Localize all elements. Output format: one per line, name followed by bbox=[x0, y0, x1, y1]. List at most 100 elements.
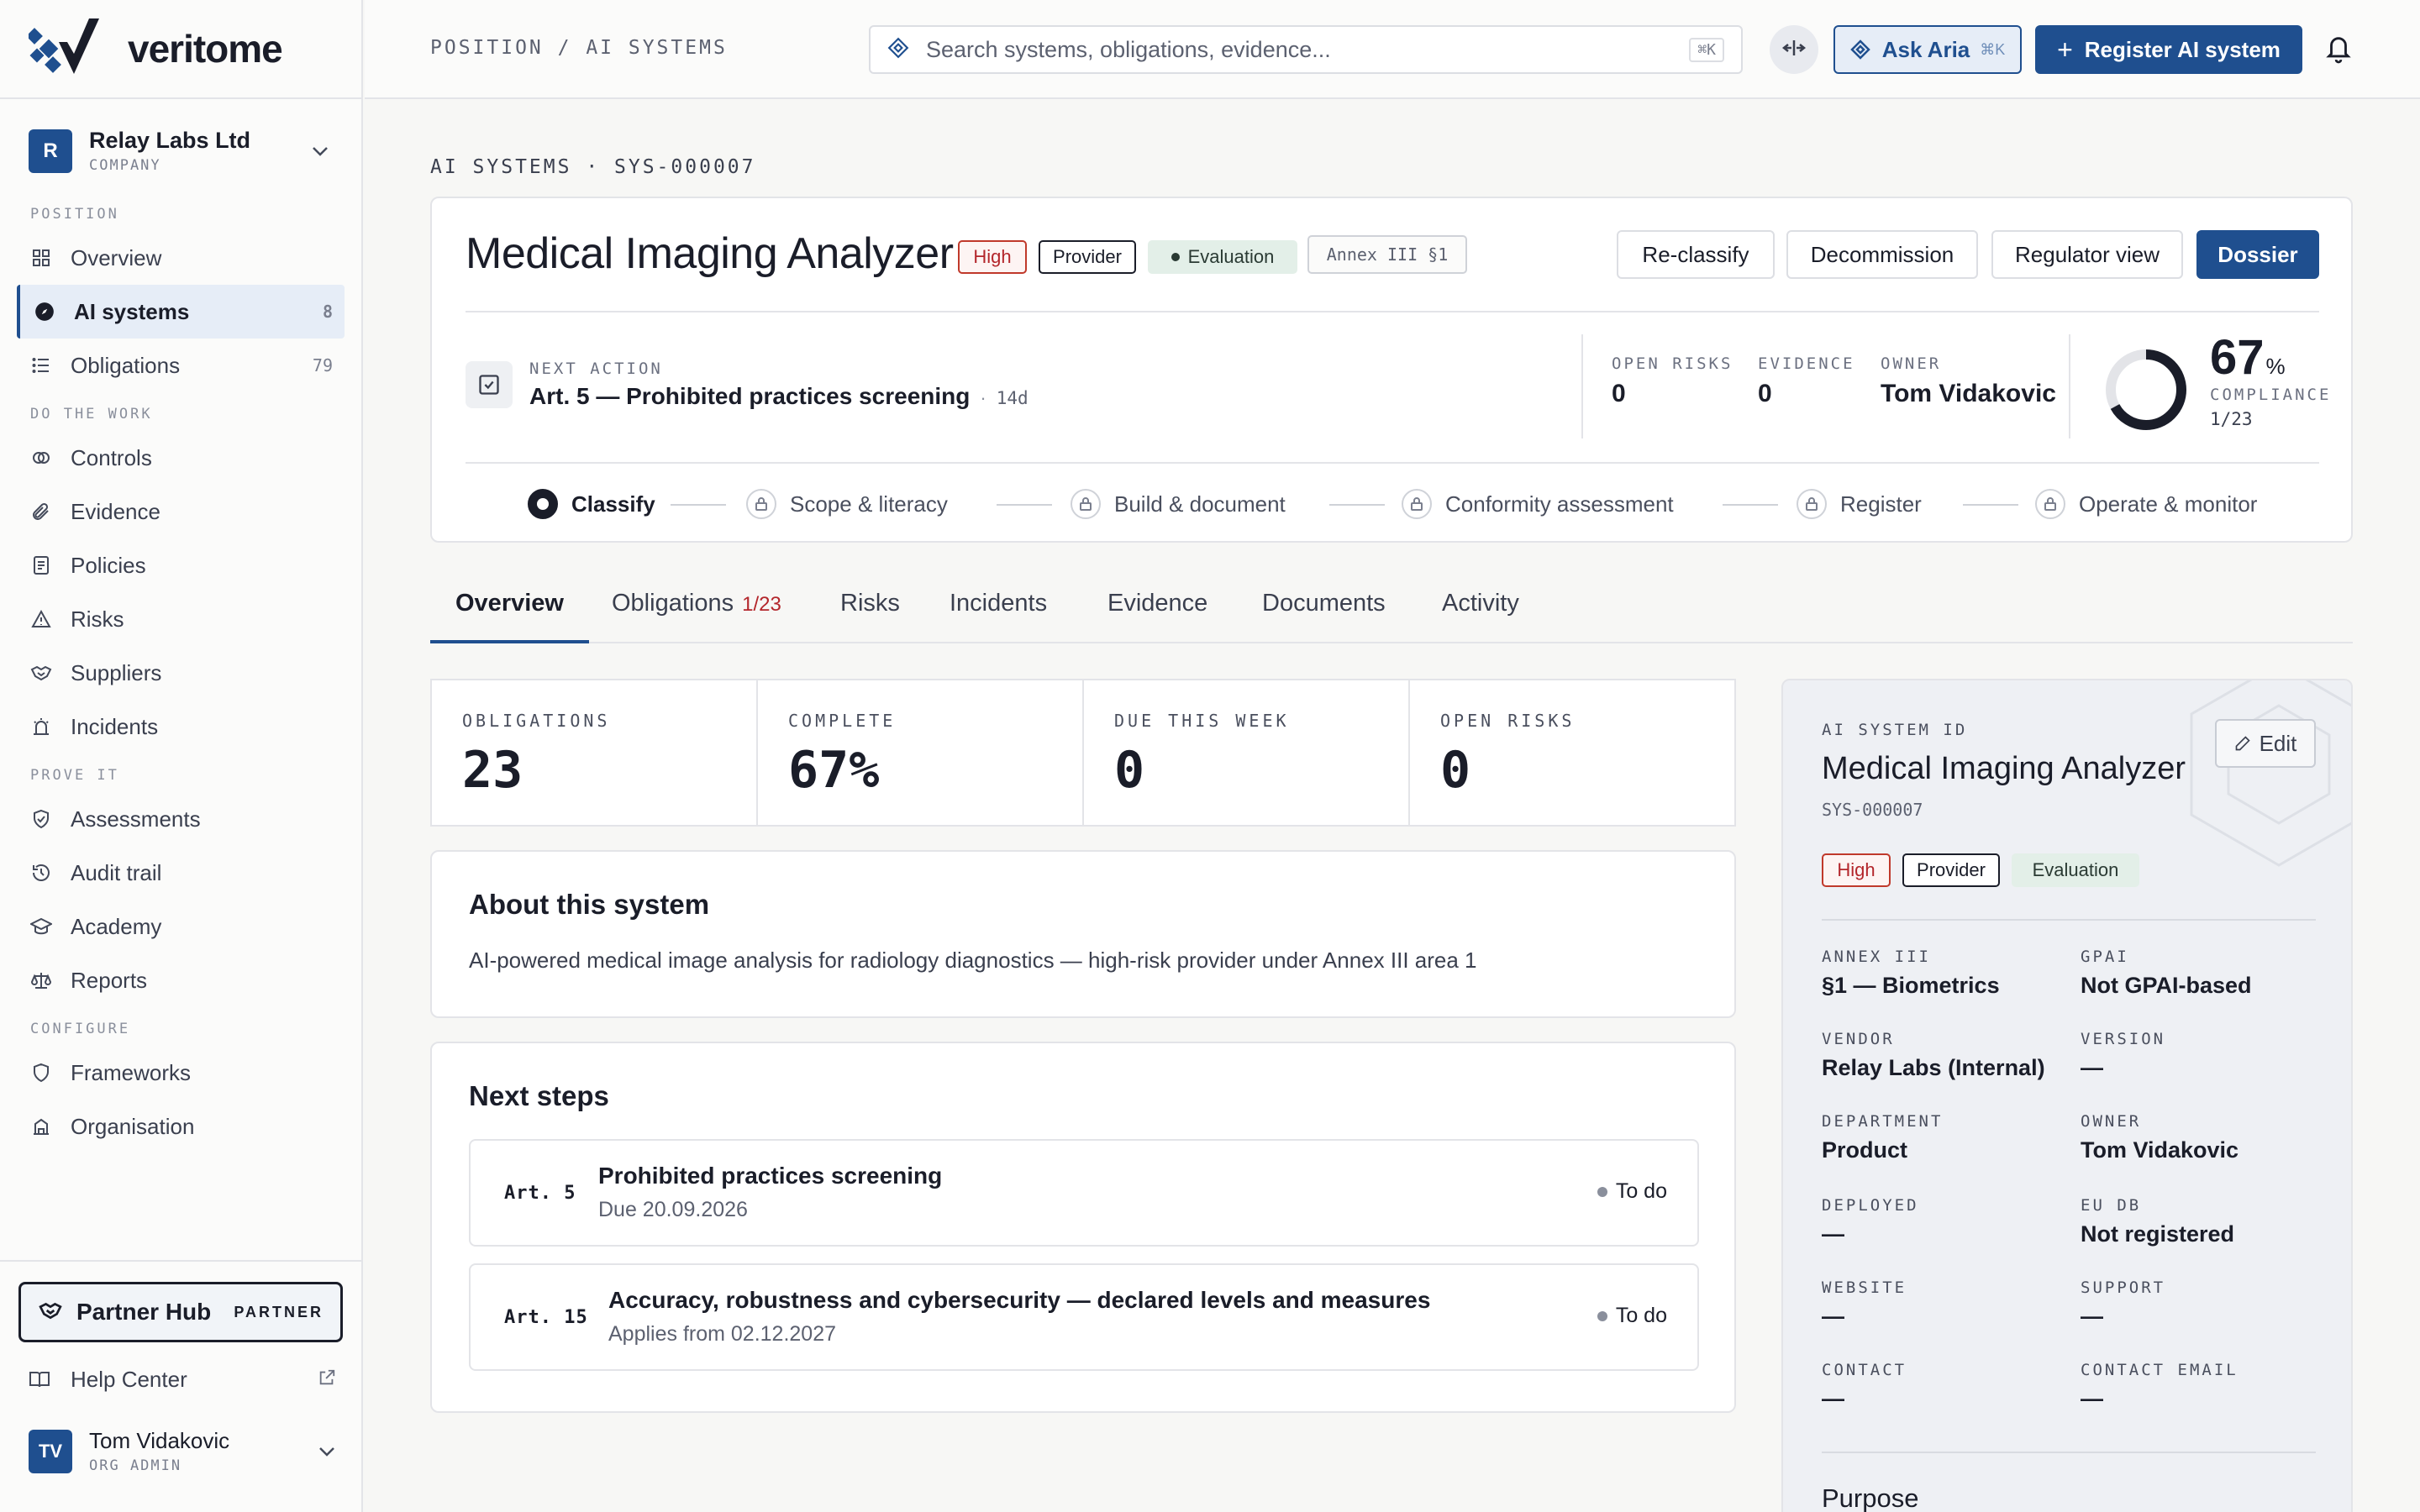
tab-evidence[interactable]: Evidence bbox=[1107, 590, 1207, 643]
sidebar: veritome R Relay Labs Ltd COMPANY POSITI… bbox=[0, 0, 363, 1512]
sidebar-item-organisation[interactable]: Organisation bbox=[17, 1100, 345, 1153]
sidebar-item-label: Obligations bbox=[71, 352, 181, 378]
tab-activity[interactable]: Activity bbox=[1442, 590, 1519, 643]
handshake-icon bbox=[38, 1299, 63, 1326]
owner-label: OWNER bbox=[1881, 354, 1942, 373]
tab-documents[interactable]: Documents bbox=[1262, 590, 1386, 643]
external-link-icon bbox=[318, 1367, 336, 1393]
role-badge: Provider bbox=[1902, 853, 2000, 887]
lock-icon bbox=[1797, 489, 1827, 519]
step-register[interactable]: Register bbox=[1797, 489, 1922, 519]
step-conformity-assessment[interactable]: Conformity assessment bbox=[1402, 489, 1674, 519]
partner-hub-label: Partner Hub bbox=[76, 1299, 212, 1325]
document-icon bbox=[29, 553, 54, 578]
bell-icon bbox=[2324, 32, 2353, 68]
tab-obligations[interactable]: Obligations 1/23 bbox=[612, 590, 781, 643]
field-label: DEPLOYED bbox=[1822, 1196, 1919, 1215]
register-ai-system-button[interactable]: + Register AI system bbox=[2035, 25, 2302, 74]
split-view-button[interactable] bbox=[1770, 25, 1818, 74]
next-step-item[interactable]: Art. 5 Prohibited practices screening Du… bbox=[469, 1139, 1699, 1247]
status-badge: To do bbox=[1597, 1304, 1667, 1328]
system-id-label: AI SYSTEM ID bbox=[1822, 721, 1968, 739]
ask-aria-button[interactable]: Ask Aria ⌘K bbox=[1833, 25, 2022, 74]
risk-badge: High bbox=[1822, 853, 1891, 887]
sidebar-item-frameworks[interactable]: Frameworks bbox=[17, 1046, 345, 1100]
step-scope-literacy[interactable]: Scope & literacy bbox=[746, 489, 948, 519]
dossier-button[interactable]: Dossier bbox=[2196, 230, 2319, 279]
field-annex: ANNEX III §1 — Biometrics bbox=[1822, 948, 2065, 999]
edit-button[interactable]: Edit bbox=[2215, 719, 2316, 768]
search-shortcut: ⌘K bbox=[1689, 37, 1724, 62]
search-input[interactable]: Search systems, obligations, evidence...… bbox=[869, 25, 1743, 74]
meta-divider bbox=[1581, 334, 1583, 438]
grid-icon bbox=[29, 245, 54, 270]
user-menu[interactable]: TV Tom Vidakovic ORG ADMIN bbox=[29, 1428, 339, 1474]
next-action-due: 14d bbox=[996, 388, 1028, 408]
page-title: Medical Imaging Analyzer bbox=[466, 229, 954, 278]
tab-overview[interactable]: Overview bbox=[430, 590, 589, 643]
breadcrumb[interactable]: POSITION / AI SYSTEMS bbox=[430, 37, 728, 59]
tab-risks[interactable]: Risks bbox=[840, 590, 900, 643]
stat-label: DUE THIS WEEK bbox=[1114, 711, 1290, 731]
sidebar-item-academy[interactable]: Academy bbox=[17, 900, 345, 953]
sidebar-item-policies[interactable]: Policies bbox=[17, 538, 345, 592]
regulator-view-button[interactable]: Regulator view bbox=[1991, 230, 2183, 279]
step-build-document[interactable]: Build & document bbox=[1071, 489, 1286, 519]
sidebar-item-reports[interactable]: Reports bbox=[17, 953, 345, 1007]
step-connector bbox=[1723, 504, 1778, 506]
sidebar-item-obligations[interactable]: Obligations 79 bbox=[17, 339, 345, 392]
sidebar-item-overview[interactable]: Overview bbox=[17, 231, 345, 285]
field-contact: CONTACT — bbox=[1822, 1361, 2065, 1412]
open-risks-meta: OPEN RISKS 0 bbox=[1612, 354, 1733, 408]
status-dot-icon bbox=[1597, 1310, 1607, 1321]
tab-incidents[interactable]: Incidents bbox=[950, 590, 1047, 643]
field-label: OWNER bbox=[2081, 1112, 2142, 1131]
user-name: Tom Vidakovic bbox=[89, 1428, 230, 1453]
sidebar-item-label: Risks bbox=[71, 606, 124, 632]
next-action[interactable]: NEXT ACTION Art. 5 — Prohibited practice… bbox=[529, 360, 1028, 410]
org-avatar: R bbox=[29, 129, 72, 173]
field-value: §1 — Biometrics bbox=[1822, 973, 2000, 998]
field-value: — bbox=[2081, 1304, 2103, 1329]
panel-divider bbox=[1822, 919, 2316, 921]
partner-hub-button[interactable]: Partner Hub PARTNER bbox=[18, 1282, 343, 1342]
tab-label: Incidents bbox=[950, 590, 1048, 617]
field-value: Tom Vidakovic bbox=[2081, 1137, 2239, 1163]
field-website: WEBSITE — bbox=[1822, 1278, 2065, 1330]
compliance-label: COMPLIANCE bbox=[2210, 386, 2332, 404]
reclassify-button[interactable]: Re-classify bbox=[1617, 230, 1775, 279]
sidebar-item-assessments[interactable]: Assessments bbox=[17, 792, 345, 846]
system-tabs: Overview Obligations 1/23 Risks Incident… bbox=[430, 580, 2353, 643]
sidebar-item-suppliers[interactable]: Suppliers bbox=[17, 646, 345, 700]
logo[interactable]: veritome bbox=[0, 0, 361, 99]
sidebar-item-evidence[interactable]: Evidence bbox=[17, 485, 345, 538]
field-label: DEPARTMENT bbox=[1822, 1112, 1944, 1131]
next-step-item[interactable]: Art. 15 Accuracy, robustness and cyberse… bbox=[469, 1263, 1699, 1371]
step-title: Accuracy, robustness and cybersecurity —… bbox=[608, 1287, 1431, 1313]
notifications-button[interactable] bbox=[2319, 30, 2358, 69]
step-classify[interactable]: Classify bbox=[528, 489, 655, 519]
field-label: WEBSITE bbox=[1822, 1278, 1907, 1297]
field-label: ANNEX III bbox=[1822, 948, 1931, 966]
decommission-button[interactable]: Decommission bbox=[1786, 230, 1978, 279]
field-deployed: DEPLOYED — bbox=[1822, 1196, 2065, 1247]
section-prove: PROVE IT bbox=[30, 767, 119, 784]
topbar: POSITION / AI SYSTEMS Search systems, ob… bbox=[365, 0, 2420, 99]
sidebar-item-ai-systems[interactable]: AI systems 8 bbox=[17, 285, 345, 339]
shield-icon bbox=[29, 1060, 54, 1085]
building-icon bbox=[29, 1114, 54, 1139]
org-switcher[interactable]: R Relay Labs Ltd COMPANY bbox=[0, 99, 361, 192]
register-label: Register AI system bbox=[2084, 36, 2281, 62]
owner-value: Tom Vidakovic bbox=[1881, 380, 2056, 407]
help-center-link[interactable]: Help Center bbox=[29, 1356, 336, 1403]
org-name: Relay Labs Ltd bbox=[89, 128, 251, 153]
sidebar-item-risks[interactable]: Risks bbox=[17, 592, 345, 646]
sidebar-item-audit-trail[interactable]: Audit trail bbox=[17, 846, 345, 900]
sidebar-item-controls[interactable]: Controls bbox=[17, 431, 345, 485]
status-dot-icon bbox=[1171, 253, 1180, 261]
next-action-value: Art. 5 — Prohibited practices screening bbox=[529, 383, 971, 409]
sidebar-item-incidents[interactable]: Incidents bbox=[17, 700, 345, 753]
tab-label: Documents bbox=[1262, 590, 1386, 617]
compass-icon bbox=[32, 299, 57, 324]
step-operate-monitor[interactable]: Operate & monitor bbox=[2035, 489, 2257, 519]
